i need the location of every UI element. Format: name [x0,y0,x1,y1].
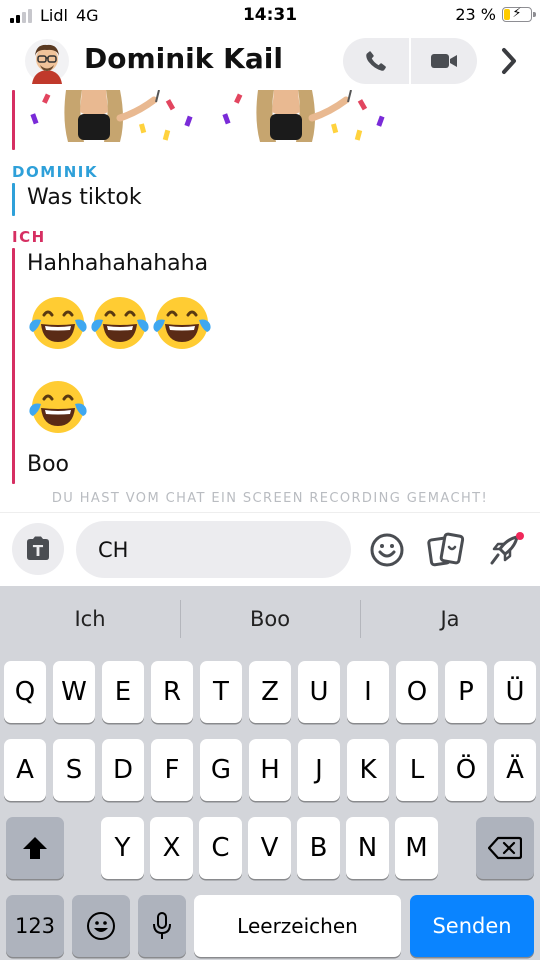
status-bar: Lidl 4G 14:31 23 % ⚡ [0,0,540,32]
microphone-icon [153,912,171,939]
key-p[interactable]: P [445,661,487,723]
key-c[interactable]: C [199,817,242,879]
key-r[interactable]: R [151,661,193,723]
key-s[interactable]: S [53,739,95,801]
text-camera-icon: T [27,536,49,560]
sender-label-dominik: DOMINIK [12,163,98,181]
bitmoji-sticker-icon[interactable] [220,90,400,150]
chevron-right-icon [502,48,516,74]
phone-icon [366,51,386,71]
key-o[interactable]: O [396,661,438,723]
smiley-icon [370,533,404,567]
key-j[interactable]: J [298,739,340,801]
more-button[interactable] [496,46,522,76]
message-text[interactable]: Was tiktok [27,185,142,210]
rocket-icon [490,532,524,565]
battery-icon: ⚡ [502,6,536,22]
shift-key[interactable] [6,817,64,879]
contact-name[interactable]: Dominik Kail [84,42,283,75]
suggestion-item[interactable]: Boo [180,586,360,652]
numbers-key[interactable]: 123 [6,895,64,957]
screen-recording-notice: DU HAST VOM CHAT EIN SCREEN RECORDING GE… [51,491,489,506]
message-bar-dominik [12,183,15,216]
key-n[interactable]: N [346,817,389,879]
key-d[interactable]: D [102,739,144,801]
emoji-message[interactable] [27,376,89,438]
key-t[interactable]: T [200,661,242,723]
camera-button[interactable]: T [12,523,64,575]
phone-call-button[interactable] [343,38,409,84]
key-e[interactable]: E [102,661,144,723]
key-h[interactable]: H [249,739,291,801]
suggestion-item[interactable]: Ich [0,586,180,652]
tears-of-joy-emoji-icon [91,297,149,349]
battery-percent: 23 % [455,5,496,24]
key-ä[interactable]: Ä [494,739,536,801]
tears-of-joy-emoji-icon [29,297,87,349]
shift-arrow-icon [23,837,47,859]
key-f[interactable]: F [151,739,193,801]
key-m[interactable]: M [395,817,438,879]
space-key[interactable]: Leerzeichen [194,895,401,957]
status-right: 23 % ⚡ [455,5,536,24]
keyboard: Ich Boo Ja QWERTZUIOPÜ ASDFGHJKLÖÄ YXCVB… [0,586,540,960]
key-l[interactable]: L [396,739,438,801]
emoji-smiley-icon [87,912,115,940]
chat-area[interactable]: DOMINIK Was tiktok ICH Hahhahahahaha Boo… [0,90,540,512]
emoji-message[interactable] [27,292,213,354]
tears-of-joy-emoji-icon [29,381,87,433]
video-camera-icon [431,54,457,68]
key-k[interactable]: K [347,739,389,801]
suggestion-item[interactable]: Ja [360,586,540,652]
key-b[interactable]: B [297,817,340,879]
svg-text:T: T [33,542,44,560]
key-w[interactable]: W [53,661,95,723]
key-v[interactable]: V [248,817,291,879]
key-g[interactable]: G [200,739,242,801]
tears-of-joy-emoji-icon [153,297,211,349]
chat-header: Dominik Kail [0,32,540,90]
bitmoji-avatar-icon[interactable] [24,38,70,84]
key-q[interactable]: Q [4,661,46,723]
message-text[interactable]: Boo [27,452,69,477]
bitmoji-sticker-icon[interactable] [28,90,208,150]
key-a[interactable]: A [4,739,46,801]
games-button[interactable] [486,530,526,570]
call-controls [343,38,477,84]
emoji-key[interactable] [72,895,130,957]
send-key[interactable]: Senden [410,895,534,957]
key-i[interactable]: I [347,661,389,723]
dictation-key[interactable] [138,895,186,957]
message-bar-ich [12,248,15,484]
key-y[interactable]: Y [101,817,144,879]
message-input-bar: T CH [0,512,540,586]
video-call-button[interactable] [411,38,477,84]
message-text[interactable]: Hahhahahahaha [27,251,208,276]
key-z[interactable]: Z [249,661,291,723]
key-u[interactable]: U [298,661,340,723]
key-ö[interactable]: Ö [445,739,487,801]
backspace-key[interactable] [476,817,534,879]
key-x[interactable]: X [150,817,193,879]
bitmoji-sticker-row [0,90,540,150]
smiley-button[interactable] [367,530,407,570]
charging-bolt-icon: ⚡ [512,6,522,21]
sticker-cards-icon [427,532,465,567]
suggestion-bar: Ich Boo Ja [0,586,540,652]
message-input[interactable]: CH [76,521,351,578]
sticker-button[interactable] [426,530,466,570]
key-ü[interactable]: Ü [494,661,536,723]
sender-label-ich: ICH [12,228,46,246]
delete-backspace-icon [488,836,522,860]
